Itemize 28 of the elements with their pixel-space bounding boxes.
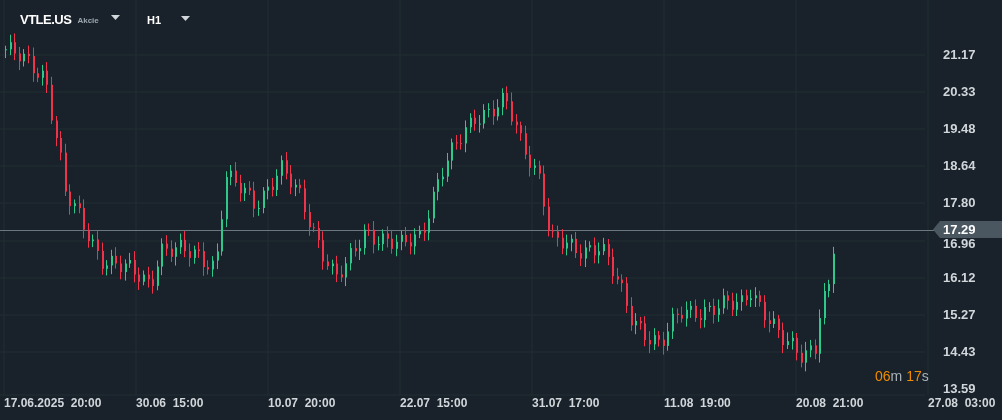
time-tick-label: 10.07 20:00 bbox=[268, 396, 336, 410]
price-tick-label: 13.59 bbox=[943, 382, 976, 396]
current-price-badge: 17.29 bbox=[933, 221, 1002, 238]
timeframe-label[interactable]: H1 bbox=[147, 12, 162, 29]
time-tick-label: 27.08 03:00 bbox=[928, 396, 996, 410]
dropdown-caret-icon[interactable] bbox=[110, 15, 120, 21]
price-tick-label: 21.17 bbox=[943, 48, 976, 62]
time-tick-label: 17.06.2025 20:00 bbox=[4, 396, 102, 410]
price-tick-label: 17.80 bbox=[943, 196, 976, 210]
price-tick-label: 18.64 bbox=[943, 159, 976, 173]
asset-type-label: Akcie bbox=[77, 14, 99, 27]
countdown-seconds: 17 bbox=[906, 367, 922, 386]
countdown-unit: m bbox=[890, 367, 903, 386]
price-tick-label: 19.48 bbox=[943, 122, 976, 136]
time-tick-label: 20.08 21:00 bbox=[796, 396, 864, 410]
time-tick-label: 22.07 15:00 bbox=[400, 396, 468, 410]
time-tick-label: 31.07 17:00 bbox=[532, 396, 600, 410]
countdown-unit: s bbox=[921, 367, 929, 386]
price-tick-label: 14.43 bbox=[943, 345, 976, 359]
time-tick-label: 11.08 19:00 bbox=[664, 396, 731, 410]
price-tick-label: 16.12 bbox=[943, 271, 976, 285]
countdown-minutes: 06 bbox=[875, 367, 891, 386]
price-tick-label: 20.33 bbox=[943, 85, 976, 99]
symbol-label: VTLE.US bbox=[20, 11, 72, 29]
price-tick-label: 15.27 bbox=[943, 308, 976, 322]
time-tick-label: 30.06 15:00 bbox=[136, 396, 204, 410]
price-tick-label: 16.96 bbox=[943, 237, 976, 251]
dropdown-caret-icon[interactable] bbox=[181, 16, 191, 22]
